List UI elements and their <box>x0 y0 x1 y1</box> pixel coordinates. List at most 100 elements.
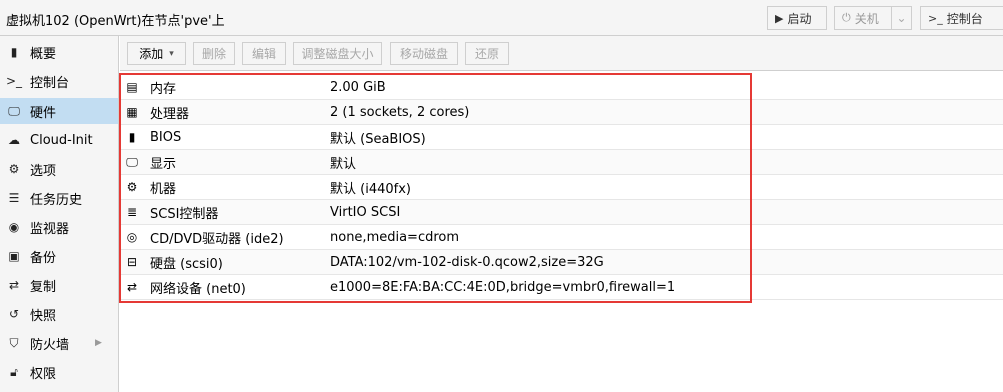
floppy-icon: ▣ <box>8 249 20 263</box>
shutdown-button[interactable]: ⏻ 关机 <box>834 6 892 30</box>
hdd-icon: ⊟ <box>126 255 138 269</box>
sidebar-item-label: 监视器 <box>30 221 70 237</box>
move-disk-button[interactable]: 移动磁盘 <box>390 42 458 65</box>
cpu-icon: ▦ <box>126 105 138 119</box>
hardware-name: 网络设备 (net0) <box>150 281 246 297</box>
eye-icon: ◉ <box>8 220 20 234</box>
sidebar-item-task-history[interactable]: ☰ 任务历史 <box>0 185 118 211</box>
sidebar-item-console[interactable]: >_ 控制台 <box>0 68 118 94</box>
sidebar-item-label: 概要 <box>30 46 57 62</box>
hardware-value: e1000=8E:FA:BA:CC:4E:0D,bridge=vmbr0,fir… <box>330 279 676 295</box>
hardware-value: none,media=cdrom <box>330 229 460 245</box>
microchip-icon: ▮ <box>128 130 136 144</box>
hardware-name: BIOS <box>150 129 182 145</box>
database-icon: ≣ <box>126 205 138 219</box>
hardware-name: SCSI控制器 <box>150 206 219 222</box>
console-label: 控制台 <box>946 11 983 26</box>
gear-icon: ⚙ <box>8 162 20 176</box>
memory-icon: ▤ <box>126 80 138 94</box>
sidebar-item-backup[interactable]: ▣ 备份 <box>0 243 118 269</box>
sidebar-item-label: 权限 <box>30 366 57 382</box>
hardware-name: 显示 <box>150 156 177 172</box>
window-title: 虚拟机102 (OpenWrt)在节点'pve'上 <box>6 14 225 29</box>
resize-label: 调整磁盘大小 <box>301 47 374 61</box>
chevron-down-icon: ▾ <box>169 48 174 59</box>
add-label: 添加 <box>139 47 164 61</box>
sidebar: ▮ 概要 >_ 控制台 🖵 硬件 ☁ Cloud-Init ⚙ 选项 ☰ 任务历… <box>0 36 119 392</box>
sidebar-item-summary[interactable]: ▮ 概要 <box>0 39 118 65</box>
hardware-name: 硬盘 (scsi0) <box>150 256 223 272</box>
table-row[interactable]: 🖵 显示 默认 <box>120 150 1003 175</box>
chevron-down-icon: ⌄ <box>896 11 907 25</box>
shutdown-label: 关机 <box>854 11 879 26</box>
table-row[interactable]: ◎ CD/DVD驱动器 (ide2) none,media=cdrom <box>120 225 1003 250</box>
sidebar-item-label: 备份 <box>30 250 57 266</box>
cogs-icon: ⚙ <box>126 180 138 194</box>
hardware-name: CD/DVD驱动器 (ide2) <box>150 231 284 247</box>
sidebar-item-replication[interactable]: ⇄ 复制 <box>0 272 118 298</box>
sidebar-item-label: 快照 <box>30 308 57 324</box>
power-icon: ⏻ <box>842 11 851 24</box>
monitor-icon: 🖵 <box>8 103 20 118</box>
sidebar-item-monitor[interactable]: ◉ 监视器 <box>0 214 118 240</box>
revert-button[interactable]: 还原 <box>465 42 509 65</box>
hardware-name: 内存 <box>150 81 177 97</box>
cdrom-icon: ◎ <box>126 230 138 244</box>
edit-label: 编辑 <box>251 47 276 61</box>
remove-button[interactable]: 删除 <box>193 42 235 65</box>
hardware-toolbar: 添加 ▾ 删除 编辑 调整磁盘大小 移动磁盘 还原 <box>120 36 1003 71</box>
title-bar: 虚拟机102 (OpenWrt)在节点'pve'上 ▶ 启动 ⏻ 关机 ⌄ >_… <box>0 0 1003 36</box>
hardware-value: 2.00 GiB <box>330 79 386 95</box>
sidebar-item-options[interactable]: ⚙ 选项 <box>0 156 118 182</box>
hardware-value: DATA:102/vm-102-disk-0.qcow2,size=32G <box>330 254 604 270</box>
table-row[interactable]: ⚙ 机器 默认 (i440fx) <box>120 175 1003 200</box>
sidebar-item-label: 复制 <box>30 279 57 295</box>
shield-icon: ⛉ <box>9 335 19 350</box>
add-button[interactable]: 添加 ▾ <box>127 42 186 65</box>
hardware-value: 默认 (SeaBIOS) <box>330 131 426 147</box>
hardware-value: 2 (1 sockets, 2 cores) <box>330 104 470 120</box>
hardware-name: 机器 <box>150 181 177 197</box>
play-icon: ▶ <box>775 11 784 25</box>
remove-label: 删除 <box>201 47 226 61</box>
edit-button[interactable]: 编辑 <box>242 42 286 65</box>
start-label: 启动 <box>787 11 812 26</box>
exchange-icon: ⇄ <box>126 280 138 294</box>
start-button[interactable]: ▶ 启动 <box>767 6 827 30</box>
desktop-icon: 🖵 <box>126 154 138 169</box>
sidebar-item-hardware[interactable]: 🖵 硬件 <box>0 98 118 124</box>
sidebar-item-label: 选项 <box>30 163 57 179</box>
sidebar-item-firewall[interactable]: ⛉ 防火墙 ▶ <box>0 330 118 356</box>
terminal-icon: >_ <box>928 11 943 25</box>
hardware-value: VirtIO SCSI <box>330 204 401 220</box>
table-row[interactable]: ▦ 处理器 2 (1 sockets, 2 cores) <box>120 100 1003 125</box>
hardware-value: 默认 <box>330 156 357 172</box>
resize-disk-button[interactable]: 调整磁盘大小 <box>293 42 382 65</box>
table-row[interactable]: ≣ SCSI控制器 VirtIO SCSI <box>120 200 1003 225</box>
move-label: 移动磁盘 <box>399 47 448 61</box>
cloud-icon: ☁ <box>8 133 20 147</box>
table-row[interactable]: ⇄ 网络设备 (net0) e1000=8E:FA:BA:CC:4E:0D,br… <box>120 275 1003 300</box>
list-icon: ☰ <box>8 191 20 205</box>
table-row[interactable]: ▮ BIOS 默认 (SeaBIOS) <box>120 125 1003 150</box>
revert-label: 还原 <box>474 47 499 61</box>
sidebar-item-label: 硬件 <box>30 105 57 121</box>
table-row[interactable]: ⊟ 硬盘 (scsi0) DATA:102/vm-102-disk-0.qcow… <box>120 250 1003 275</box>
sidebar-item-permissions[interactable]: 🔓︎ 权限 <box>0 359 118 385</box>
unlock-icon: 🔓︎ <box>10 364 18 379</box>
console-button[interactable]: >_ 控制台 <box>920 6 1003 30</box>
chevron-right-icon: ▶ <box>95 338 102 348</box>
sidebar-item-label: Cloud-Init <box>30 132 93 148</box>
sidebar-item-label: 防火墙 <box>30 337 70 353</box>
history-icon: ↺ <box>8 307 20 321</box>
hardware-name: 处理器 <box>150 106 190 122</box>
sidebar-item-label: 任务历史 <box>30 192 83 208</box>
sidebar-item-cloud-init[interactable]: ☁ Cloud-Init <box>0 127 118 153</box>
table-row[interactable]: ▤ 内存 2.00 GiB <box>120 75 1003 100</box>
sidebar-item-snapshots[interactable]: ↺ 快照 <box>0 301 118 327</box>
shutdown-dropdown-button[interactable]: ⌄ <box>891 6 912 30</box>
hardware-value: 默认 (i440fx) <box>330 181 411 197</box>
sidebar-item-label: 控制台 <box>30 75 70 91</box>
retweet-icon: ⇄ <box>8 278 20 292</box>
terminal-icon: >_ <box>6 74 23 88</box>
